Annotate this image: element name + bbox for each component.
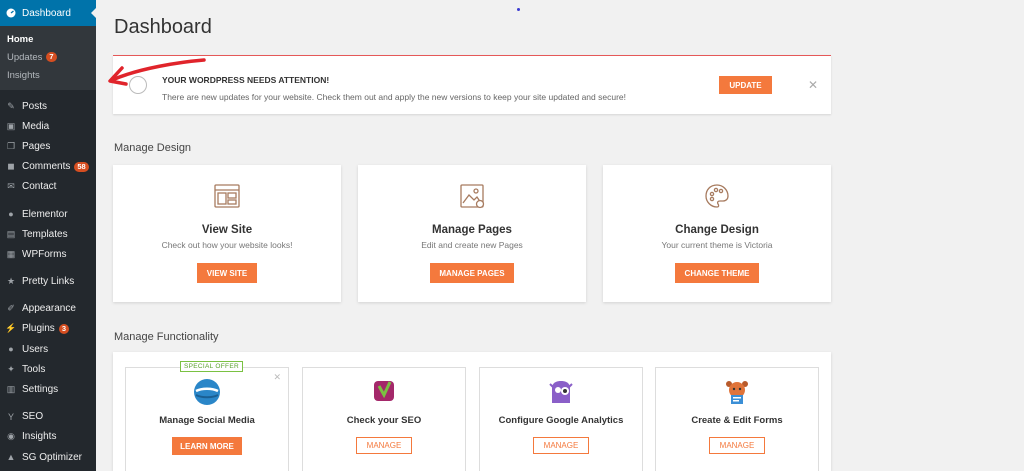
sidebar-item-wpforms[interactable]: ▦ WPForms <box>0 244 96 264</box>
sidebar-item-appearance[interactable]: ✐ Appearance <box>0 299 96 319</box>
sidebar-item-sg-optimizer[interactable]: ▲ SG Optimizer <box>0 447 96 467</box>
admin-sidebar: Dashboard Home Updates 7 Insights ✎ Posts … <box>0 0 96 471</box>
manage-functionality-heading: Manage Functionality <box>114 331 219 343</box>
palette-icon <box>703 182 731 215</box>
forms-icon: ▦ <box>6 248 16 259</box>
manage-pages-button[interactable]: MANAGE PAGES <box>430 263 514 283</box>
plug-icon: ⚡ <box>5 323 17 334</box>
card-title: View Site <box>201 224 253 236</box>
updates-count-badge: 7 <box>46 52 57 62</box>
wpforms-bear-icon <box>723 378 751 411</box>
browser-window-icon <box>213 182 241 215</box>
submenu-item-updates[interactable]: Updates 7 <box>0 48 96 66</box>
sidebar-item-media[interactable]: ▣ Media <box>0 116 96 136</box>
card-title: Manage Pages <box>432 224 512 236</box>
learn-more-button[interactable]: LEARN MORE <box>172 437 242 455</box>
elementor-icon: ● <box>8 209 14 220</box>
sidebar-item-users[interactable]: ● Users <box>0 339 96 359</box>
change-design-card: Change Design Your current theme is Vict… <box>603 165 831 302</box>
comments-icon: ◼ <box>7 161 15 172</box>
close-icon[interactable]: ✕ <box>808 78 818 92</box>
media-icon: ▣ <box>6 120 16 131</box>
dashboard-icon <box>6 8 16 18</box>
insights-icon: ◉ <box>7 431 15 442</box>
sidebar-item-tools[interactable]: ✦ Tools <box>0 359 96 379</box>
forms-card: Create & Edit Forms MANAGE <box>655 367 819 471</box>
manage-design-heading: Manage Design <box>114 142 192 154</box>
sidebar-item-pretty-links[interactable]: ★ Pretty Links <box>0 272 96 292</box>
pin-icon: ✎ <box>7 100 15 111</box>
sidebar-item-label: Dashboard <box>22 7 71 19</box>
yoast-logo-icon <box>371 378 397 409</box>
manage-seo-button[interactable]: MANAGE <box>356 437 412 454</box>
loading-dot <box>517 8 520 11</box>
sidebar-item-contact[interactable]: ✉ Contact <box>0 177 96 197</box>
card-description: Your current theme is Victoria <box>661 240 773 250</box>
manage-analytics-button[interactable]: MANAGE <box>533 437 589 454</box>
plugins-count-badge: 3 <box>58 323 69 334</box>
view-site-card: View Site Check out how your website loo… <box>113 165 341 302</box>
update-button[interactable]: UPDATE <box>719 76 772 94</box>
image-page-icon <box>458 182 486 215</box>
social-media-card: SPECIAL OFFER ✕ Manage Social Media LEAR… <box>125 361 289 471</box>
mail-icon: ✉ <box>7 181 15 192</box>
main-content: Dashboard YOUR WORDPRESS NEEDS ATTENTION… <box>96 0 1024 471</box>
card-title: Create & Edit Forms <box>691 415 783 426</box>
sidebar-item-templates[interactable]: ▤ Templates <box>0 224 96 244</box>
folder-icon: ▤ <box>6 228 16 239</box>
notice-text: There are new updates for your website. … <box>162 92 626 102</box>
close-icon[interactable]: ✕ <box>273 372 281 383</box>
settings-icon: ▥ <box>6 384 16 395</box>
wrench-icon: ✦ <box>7 363 15 374</box>
sidebar-item-plugins[interactable]: ⚡ Plugins 3 <box>0 319 96 339</box>
annotation-arrow-icon <box>108 58 206 86</box>
sidebar-item-seo[interactable]: Y SEO <box>0 407 96 427</box>
seo-card: Check your SEO MANAGE <box>302 367 466 471</box>
dashboard-submenu: Home Updates 7 Insights <box>0 26 96 90</box>
sidebar-item-settings[interactable]: ▥ Settings <box>0 379 96 399</box>
card-description: Edit and create new Pages <box>421 240 523 250</box>
monsterinsights-logo-icon <box>547 378 575 411</box>
user-icon: ● <box>8 344 14 355</box>
seo-icon: Y <box>7 411 14 422</box>
change-theme-button[interactable]: CHANGE THEME <box>675 263 759 283</box>
attention-notice: YOUR WORDPRESS NEEDS ATTENTION! There ar… <box>113 55 831 114</box>
card-title: Manage Social Media <box>159 415 255 426</box>
manage-forms-button[interactable]: MANAGE <box>709 437 765 454</box>
sidebar-item-posts[interactable]: ✎ Posts <box>0 96 96 116</box>
functionality-panel: SPECIAL OFFER ✕ Manage Social Media LEAR… <box>113 352 831 471</box>
submenu-item-home[interactable]: Home <box>0 30 96 48</box>
special-offer-tag: SPECIAL OFFER <box>180 361 243 372</box>
sidebar-item-elementor[interactable]: ● Elementor <box>0 204 96 224</box>
sidebar-item-dashboard[interactable]: Dashboard <box>0 0 96 26</box>
star-icon: ★ <box>6 276 16 287</box>
card-title: Change Design <box>675 224 759 236</box>
social-media-logo-icon <box>193 378 221 411</box>
card-description: Check out how your website looks! <box>161 240 293 250</box>
sidebar-item-pages[interactable]: ❐ Pages <box>0 136 96 156</box>
pages-icon: ❐ <box>6 140 16 151</box>
brush-icon: ✐ <box>7 303 15 314</box>
comments-count-badge: 58 <box>74 161 89 172</box>
view-site-button[interactable]: VIEW SITE <box>197 263 257 283</box>
optimizer-icon: ▲ <box>6 452 16 463</box>
sidebar-item-comments[interactable]: ◼ Comments 58 <box>0 157 96 177</box>
page-title: Dashboard <box>114 16 212 38</box>
submenu-item-insights[interactable]: Insights <box>0 66 96 84</box>
google-analytics-card: Configure Google Analytics MANAGE <box>479 367 643 471</box>
card-title: Check your SEO <box>346 415 422 426</box>
manage-pages-card: Manage Pages Edit and create new Pages M… <box>358 165 586 302</box>
card-title: Configure Google Analytics <box>498 415 624 426</box>
sidebar-item-insights[interactable]: ◉ Insights <box>0 427 96 447</box>
